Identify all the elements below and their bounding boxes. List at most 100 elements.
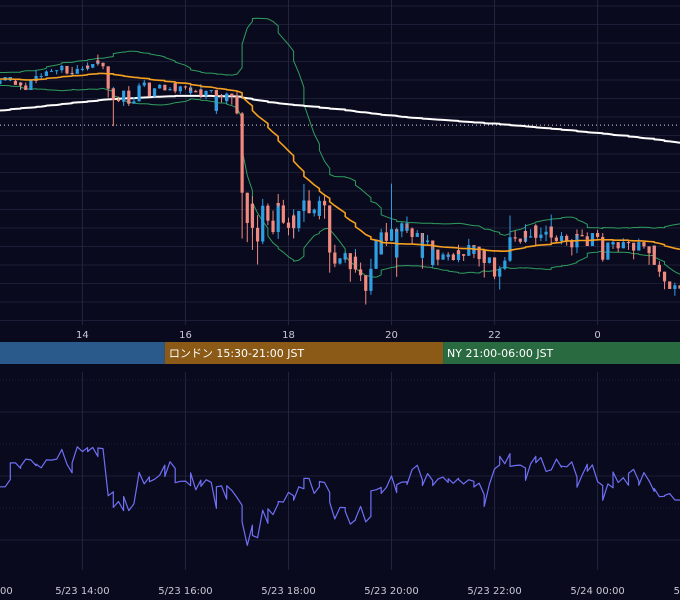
- candle-body-down: [518, 238, 522, 242]
- candle-body-up: [487, 257, 491, 263]
- candle-body-up: [467, 245, 471, 256]
- candle-body-down: [333, 252, 337, 264]
- candle-body-up: [673, 285, 677, 289]
- candle-body-down: [271, 220, 275, 233]
- candle-body-up: [338, 258, 342, 264]
- candle-body-down: [580, 234, 584, 237]
- candle-body-down: [235, 96, 239, 114]
- candle-body-up: [369, 268, 373, 286]
- chart-background: [0, 0, 680, 600]
- candle-body-down: [230, 93, 234, 97]
- candle-body-down: [575, 234, 579, 235]
- candle-body-down: [328, 205, 332, 229]
- candle-body-up: [152, 88, 157, 97]
- candle-body-up: [503, 260, 507, 269]
- price-x-axis: 14 16 18 20 22 0: [0, 325, 680, 342]
- candle-body-up: [317, 200, 321, 216]
- candle-body-down: [70, 73, 74, 75]
- candle-body-up: [204, 91, 208, 96]
- candle-body-down: [266, 205, 270, 208]
- candle-body-up: [374, 239, 378, 269]
- candle-body-down: [554, 237, 558, 242]
- candle-body-up: [49, 70, 54, 72]
- candle-body-up: [431, 249, 435, 265]
- candle-body-down: [601, 240, 605, 260]
- candle-body-up: [621, 242, 625, 249]
- candle-body-up: [389, 229, 394, 241]
- candle-body-up: [261, 205, 265, 242]
- candle-body-down: [570, 241, 574, 248]
- candle-body-down: [276, 203, 280, 206]
- candle-body-down: [364, 275, 368, 291]
- candle-body-up: [343, 253, 347, 260]
- candle-body-up: [276, 203, 280, 233]
- candle-body-up: [544, 231, 548, 235]
- candle-body-down: [173, 83, 177, 92]
- candle-body-down: [286, 222, 291, 228]
- candle-body-up: [75, 68, 79, 74]
- candle-body-down: [199, 89, 203, 96]
- price-x-axis-background: [0, 325, 680, 342]
- candle-body-up: [137, 85, 141, 87]
- candle-body-up: [508, 237, 512, 244]
- candle-body-down: [116, 99, 121, 102]
- candle-body-up: [539, 234, 543, 238]
- candle-body-down: [194, 91, 198, 93]
- candle-body-up: [405, 228, 409, 231]
- candle-body-down: [359, 269, 363, 276]
- candle-body-down: [451, 254, 455, 260]
- candle-body-down: [147, 90, 151, 97]
- candle-body-down: [492, 257, 497, 277]
- candle-body-down: [348, 253, 352, 270]
- oscillator-x-tick-label: 5/23 18:00: [261, 586, 315, 597]
- candle-body-down: [436, 249, 440, 260]
- candle-body-down: [585, 236, 589, 240]
- candle-body-down: [549, 226, 553, 238]
- candle-body-up: [400, 223, 404, 232]
- candle-body-down: [266, 207, 270, 221]
- candle-body-down: [410, 228, 414, 237]
- oscillator-x-tick-label: 00: [0, 586, 13, 597]
- candle-body-up: [168, 89, 172, 91]
- candle-body-down: [240, 135, 244, 193]
- candle-body-down: [353, 256, 358, 270]
- candle-body-down: [163, 87, 167, 91]
- price-x-tick-label: 20: [385, 330, 398, 341]
- session-bar: ロンドン 15:30-21:00 JST NY 21:00-06:00 JST: [0, 342, 680, 364]
- candle-body-down: [534, 225, 538, 238]
- candle-body-up: [611, 242, 615, 245]
- candle-body-down: [662, 280, 667, 282]
- candle-body-down: [647, 246, 651, 254]
- candle-body-up: [178, 86, 182, 92]
- candle-body-up: [0, 80, 2, 84]
- candle-body-down: [662, 271, 667, 281]
- candle-body-up: [637, 244, 641, 251]
- candle-body-down: [245, 192, 249, 223]
- oscillator-x-tick-label: 5/23 22:00: [467, 586, 521, 597]
- price-x-tick-label: 18: [282, 330, 295, 341]
- candle-body-down: [163, 84, 167, 88]
- candle-body-down: [13, 80, 18, 85]
- candle-body-up: [225, 93, 229, 102]
- candle-body-up: [302, 200, 306, 205]
- candle-body-down: [513, 237, 517, 239]
- price-x-tick-label: 0: [594, 330, 600, 341]
- candle-body-up: [312, 209, 316, 214]
- session-label: ロンドン 15:30-21:00 JST: [169, 347, 305, 360]
- candle-body-down: [626, 242, 631, 244]
- candle-body-up: [508, 243, 512, 261]
- candle-body-up: [415, 233, 419, 237]
- candle-body-up: [441, 254, 445, 260]
- candle-body-up: [472, 246, 476, 254]
- candle-body-up: [606, 242, 610, 260]
- candle-body-up: [189, 91, 193, 93]
- oscillator-x-tick-label: 5/23 14:00: [55, 586, 109, 597]
- candle-body-down: [595, 233, 600, 237]
- candle-body-down: [642, 242, 646, 247]
- candle-body-up: [446, 254, 450, 257]
- candle-body-down: [632, 242, 636, 251]
- candle-body-up: [209, 90, 213, 92]
- candle-body-up: [425, 240, 430, 243]
- chart-root: 14 16 18 20 22 0 ロンドン 15:30-21:00 JST NY 21:00…: [0, 0, 680, 600]
- candle-body-down: [384, 232, 388, 241]
